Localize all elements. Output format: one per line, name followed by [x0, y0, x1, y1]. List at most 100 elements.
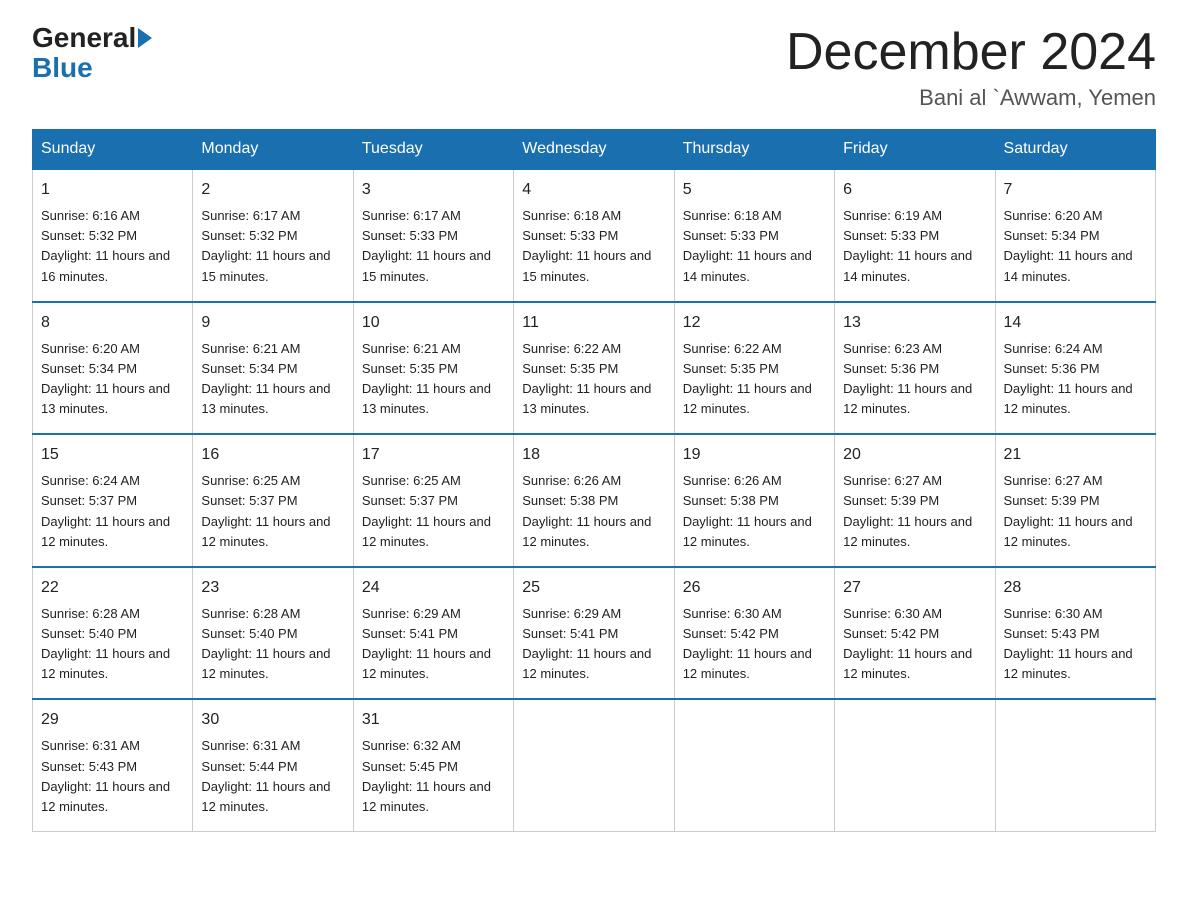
day-number: 12 [683, 311, 826, 335]
calendar-day-cell: 6 Sunrise: 6:19 AMSunset: 5:33 PMDayligh… [835, 169, 995, 302]
calendar-week-row: 29 Sunrise: 6:31 AMSunset: 5:43 PMDaylig… [33, 699, 1156, 831]
calendar-day-cell: 9 Sunrise: 6:21 AMSunset: 5:34 PMDayligh… [193, 302, 353, 435]
day-number: 22 [41, 576, 184, 600]
day-number: 20 [843, 443, 986, 467]
calendar-day-cell [514, 699, 674, 831]
day-info: Sunrise: 6:29 AMSunset: 5:41 PMDaylight:… [362, 606, 491, 681]
location-subtitle: Bani al `Awwam, Yemen [786, 85, 1156, 111]
day-info: Sunrise: 6:25 AMSunset: 5:37 PMDaylight:… [362, 473, 491, 548]
calendar-day-cell: 11 Sunrise: 6:22 AMSunset: 5:35 PMDaylig… [514, 302, 674, 435]
calendar-day-cell: 3 Sunrise: 6:17 AMSunset: 5:33 PMDayligh… [353, 169, 513, 302]
calendar-day-cell: 24 Sunrise: 6:29 AMSunset: 5:41 PMDaylig… [353, 567, 513, 700]
month-title: December 2024 [786, 24, 1156, 81]
day-number: 10 [362, 311, 505, 335]
logo-general-text: General [32, 24, 136, 52]
calendar-day-cell: 8 Sunrise: 6:20 AMSunset: 5:34 PMDayligh… [33, 302, 193, 435]
day-info: Sunrise: 6:26 AMSunset: 5:38 PMDaylight:… [683, 473, 812, 548]
calendar-day-cell [995, 699, 1155, 831]
day-number: 17 [362, 443, 505, 467]
day-number: 15 [41, 443, 184, 467]
weekday-header-monday: Monday [193, 130, 353, 170]
logo-blue-text: Blue [32, 52, 93, 84]
calendar-day-cell: 30 Sunrise: 6:31 AMSunset: 5:44 PMDaylig… [193, 699, 353, 831]
day-number: 1 [41, 178, 184, 202]
calendar-day-cell: 16 Sunrise: 6:25 AMSunset: 5:37 PMDaylig… [193, 434, 353, 567]
calendar-week-row: 15 Sunrise: 6:24 AMSunset: 5:37 PMDaylig… [33, 434, 1156, 567]
day-number: 4 [522, 178, 665, 202]
day-info: Sunrise: 6:20 AMSunset: 5:34 PMDaylight:… [1004, 208, 1133, 283]
day-info: Sunrise: 6:18 AMSunset: 5:33 PMDaylight:… [522, 208, 651, 283]
calendar-day-cell: 18 Sunrise: 6:26 AMSunset: 5:38 PMDaylig… [514, 434, 674, 567]
day-number: 27 [843, 576, 986, 600]
day-number: 19 [683, 443, 826, 467]
calendar-day-cell: 25 Sunrise: 6:29 AMSunset: 5:41 PMDaylig… [514, 567, 674, 700]
calendar-day-cell: 13 Sunrise: 6:23 AMSunset: 5:36 PMDaylig… [835, 302, 995, 435]
day-info: Sunrise: 6:31 AMSunset: 5:44 PMDaylight:… [201, 738, 330, 813]
day-info: Sunrise: 6:28 AMSunset: 5:40 PMDaylight:… [201, 606, 330, 681]
calendar-day-cell: 4 Sunrise: 6:18 AMSunset: 5:33 PMDayligh… [514, 169, 674, 302]
calendar-day-cell: 7 Sunrise: 6:20 AMSunset: 5:34 PMDayligh… [995, 169, 1155, 302]
day-info: Sunrise: 6:22 AMSunset: 5:35 PMDaylight:… [522, 341, 651, 416]
calendar-day-cell: 26 Sunrise: 6:30 AMSunset: 5:42 PMDaylig… [674, 567, 834, 700]
title-area: December 2024 Bani al `Awwam, Yemen [786, 24, 1156, 111]
day-info: Sunrise: 6:19 AMSunset: 5:33 PMDaylight:… [843, 208, 972, 283]
day-number: 23 [201, 576, 344, 600]
day-info: Sunrise: 6:22 AMSunset: 5:35 PMDaylight:… [683, 341, 812, 416]
calendar-day-cell: 29 Sunrise: 6:31 AMSunset: 5:43 PMDaylig… [33, 699, 193, 831]
day-info: Sunrise: 6:27 AMSunset: 5:39 PMDaylight:… [1004, 473, 1133, 548]
calendar-table: SundayMondayTuesdayWednesdayThursdayFrid… [32, 129, 1156, 832]
logo: General Blue [32, 24, 154, 84]
calendar-day-cell: 5 Sunrise: 6:18 AMSunset: 5:33 PMDayligh… [674, 169, 834, 302]
calendar-day-cell: 17 Sunrise: 6:25 AMSunset: 5:37 PMDaylig… [353, 434, 513, 567]
calendar-day-cell: 19 Sunrise: 6:26 AMSunset: 5:38 PMDaylig… [674, 434, 834, 567]
calendar-day-cell: 15 Sunrise: 6:24 AMSunset: 5:37 PMDaylig… [33, 434, 193, 567]
day-number: 25 [522, 576, 665, 600]
day-info: Sunrise: 6:21 AMSunset: 5:35 PMDaylight:… [362, 341, 491, 416]
day-info: Sunrise: 6:18 AMSunset: 5:33 PMDaylight:… [683, 208, 812, 283]
weekday-header-wednesday: Wednesday [514, 130, 674, 170]
day-info: Sunrise: 6:23 AMSunset: 5:36 PMDaylight:… [843, 341, 972, 416]
day-number: 31 [362, 708, 505, 732]
day-info: Sunrise: 6:32 AMSunset: 5:45 PMDaylight:… [362, 738, 491, 813]
calendar-day-cell: 28 Sunrise: 6:30 AMSunset: 5:43 PMDaylig… [995, 567, 1155, 700]
weekday-header-tuesday: Tuesday [353, 130, 513, 170]
day-number: 3 [362, 178, 505, 202]
calendar-day-cell: 14 Sunrise: 6:24 AMSunset: 5:36 PMDaylig… [995, 302, 1155, 435]
day-number: 7 [1004, 178, 1147, 202]
calendar-day-cell [674, 699, 834, 831]
calendar-day-cell: 10 Sunrise: 6:21 AMSunset: 5:35 PMDaylig… [353, 302, 513, 435]
day-info: Sunrise: 6:30 AMSunset: 5:42 PMDaylight:… [843, 606, 972, 681]
day-number: 9 [201, 311, 344, 335]
calendar-day-cell: 31 Sunrise: 6:32 AMSunset: 5:45 PMDaylig… [353, 699, 513, 831]
day-number: 2 [201, 178, 344, 202]
day-number: 28 [1004, 576, 1147, 600]
day-number: 14 [1004, 311, 1147, 335]
day-info: Sunrise: 6:24 AMSunset: 5:36 PMDaylight:… [1004, 341, 1133, 416]
weekday-header-saturday: Saturday [995, 130, 1155, 170]
day-info: Sunrise: 6:30 AMSunset: 5:43 PMDaylight:… [1004, 606, 1133, 681]
day-info: Sunrise: 6:27 AMSunset: 5:39 PMDaylight:… [843, 473, 972, 548]
day-number: 26 [683, 576, 826, 600]
calendar-day-cell: 22 Sunrise: 6:28 AMSunset: 5:40 PMDaylig… [33, 567, 193, 700]
weekday-header-row: SundayMondayTuesdayWednesdayThursdayFrid… [33, 130, 1156, 170]
day-number: 18 [522, 443, 665, 467]
day-info: Sunrise: 6:24 AMSunset: 5:37 PMDaylight:… [41, 473, 170, 548]
day-info: Sunrise: 6:28 AMSunset: 5:40 PMDaylight:… [41, 606, 170, 681]
weekday-header-sunday: Sunday [33, 130, 193, 170]
day-info: Sunrise: 6:30 AMSunset: 5:42 PMDaylight:… [683, 606, 812, 681]
calendar-day-cell: 2 Sunrise: 6:17 AMSunset: 5:32 PMDayligh… [193, 169, 353, 302]
day-info: Sunrise: 6:21 AMSunset: 5:34 PMDaylight:… [201, 341, 330, 416]
calendar-day-cell [835, 699, 995, 831]
calendar-week-row: 8 Sunrise: 6:20 AMSunset: 5:34 PMDayligh… [33, 302, 1156, 435]
day-number: 11 [522, 311, 665, 335]
day-number: 21 [1004, 443, 1147, 467]
calendar-day-cell: 20 Sunrise: 6:27 AMSunset: 5:39 PMDaylig… [835, 434, 995, 567]
calendar-day-cell: 21 Sunrise: 6:27 AMSunset: 5:39 PMDaylig… [995, 434, 1155, 567]
calendar-day-cell: 12 Sunrise: 6:22 AMSunset: 5:35 PMDaylig… [674, 302, 834, 435]
day-number: 5 [683, 178, 826, 202]
calendar-week-row: 22 Sunrise: 6:28 AMSunset: 5:40 PMDaylig… [33, 567, 1156, 700]
weekday-header-thursday: Thursday [674, 130, 834, 170]
day-number: 13 [843, 311, 986, 335]
day-info: Sunrise: 6:20 AMSunset: 5:34 PMDaylight:… [41, 341, 170, 416]
day-info: Sunrise: 6:17 AMSunset: 5:32 PMDaylight:… [201, 208, 330, 283]
